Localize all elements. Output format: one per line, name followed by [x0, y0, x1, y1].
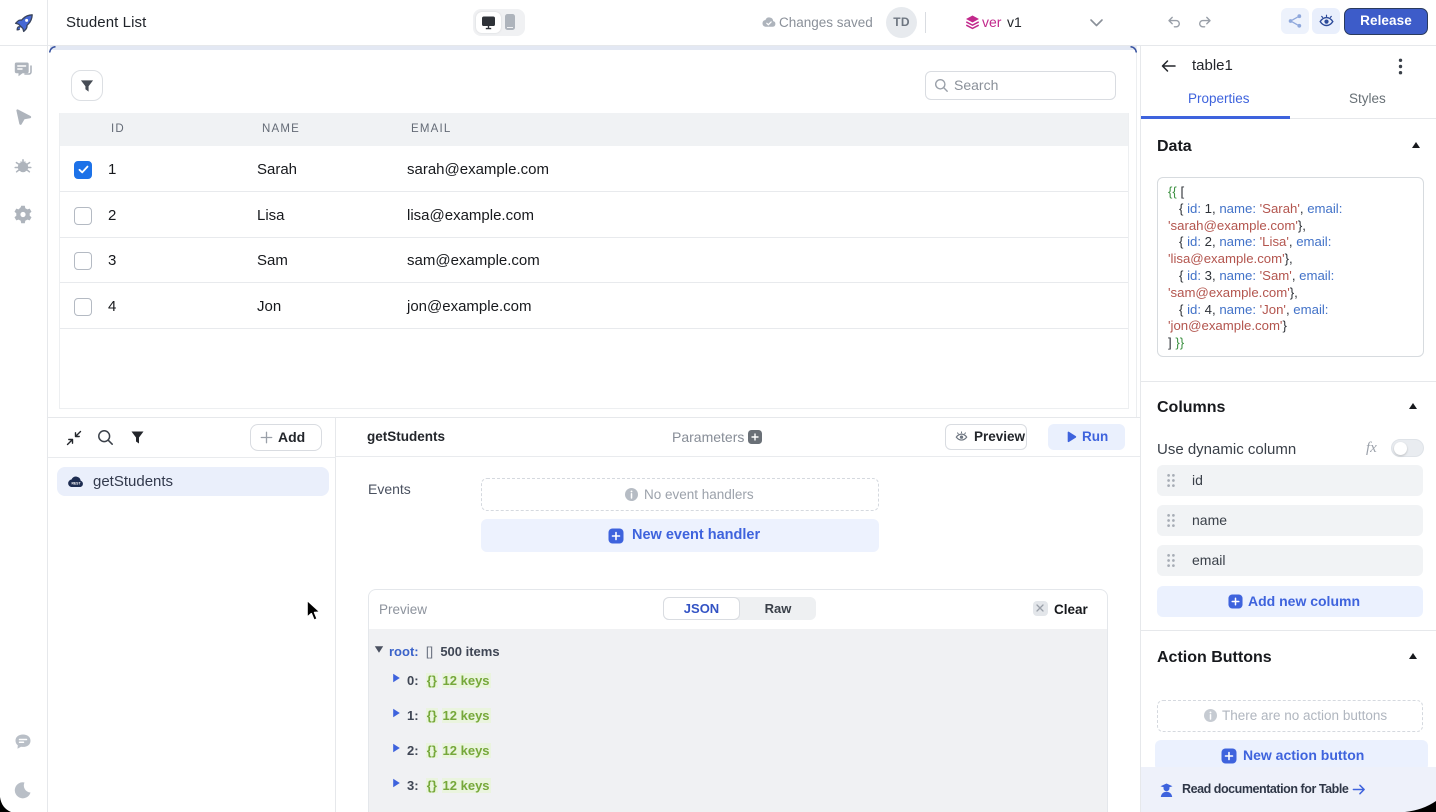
svg-text:REST: REST [71, 481, 81, 485]
